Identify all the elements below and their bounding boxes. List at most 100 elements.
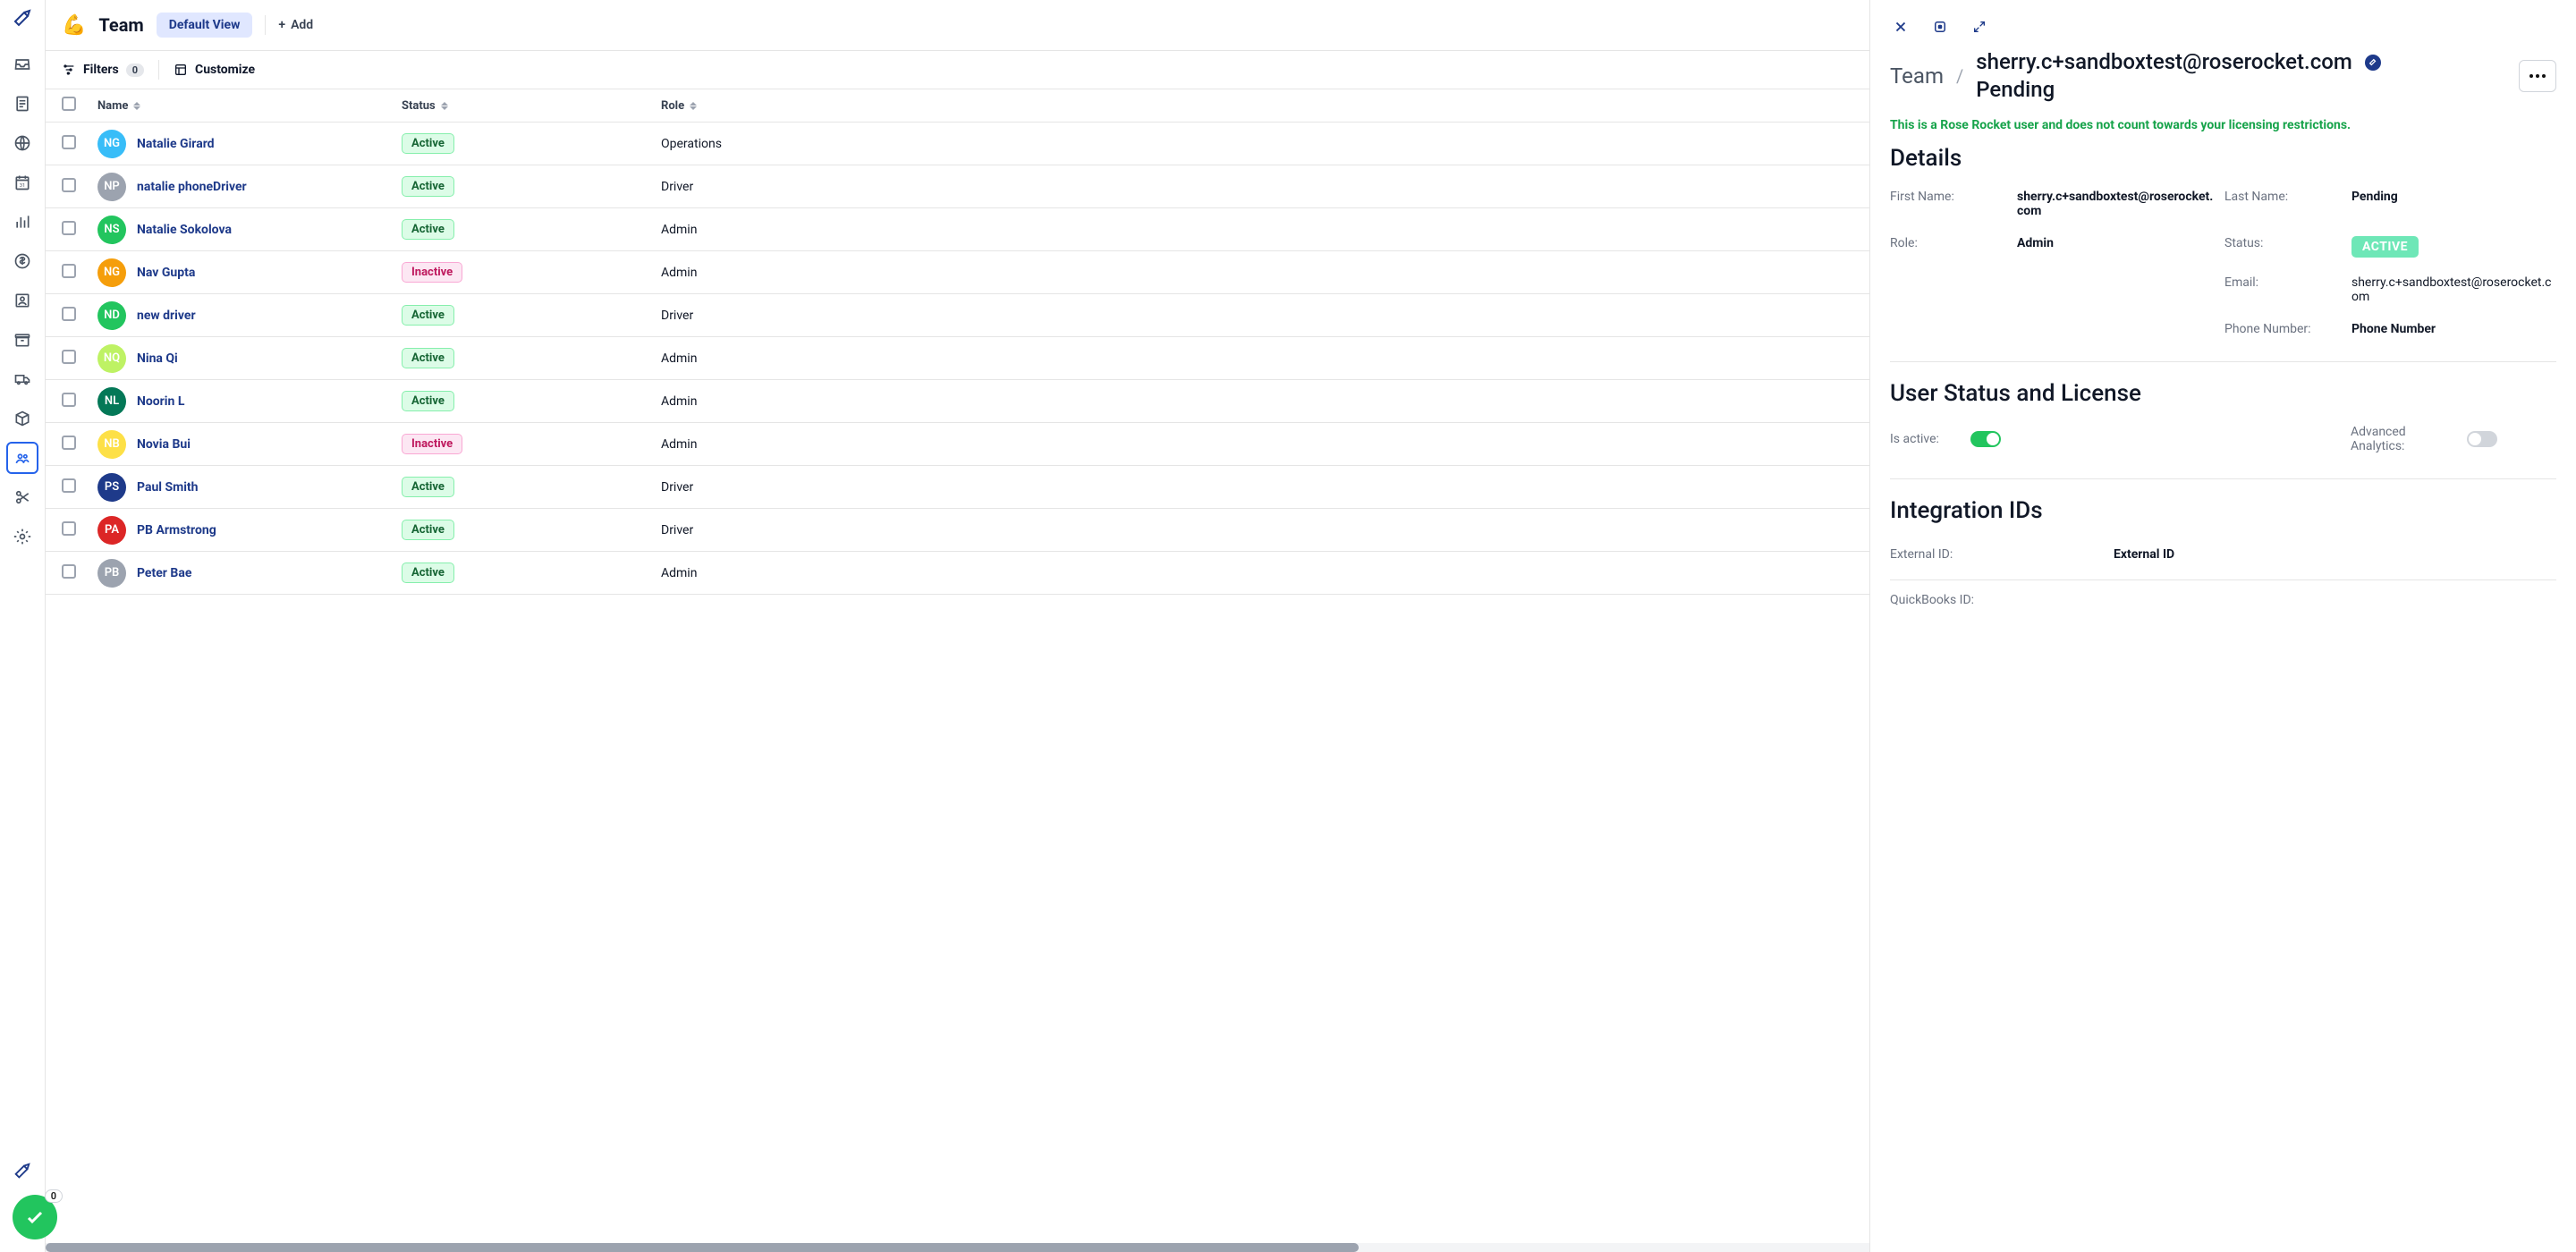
status-badge: Active xyxy=(402,305,454,326)
avatar: NS xyxy=(97,216,126,244)
table-row[interactable]: PA PB Armstrong Active Driver xyxy=(46,509,1869,552)
table-container[interactable]: Name Status Role NG Natalie Girard Activ… xyxy=(46,89,1869,1252)
view-selector[interactable]: Default View xyxy=(157,13,253,38)
row-checkbox[interactable] xyxy=(62,478,76,493)
user-name-link[interactable]: Novia Bui xyxy=(137,437,191,452)
calendar-icon[interactable]: 31 xyxy=(6,166,38,199)
team-table: Name Status Role NG Natalie Girard Activ… xyxy=(46,89,1869,595)
column-status[interactable]: Status xyxy=(391,89,650,123)
table-row[interactable]: NL Noorin L Active Admin xyxy=(46,380,1869,423)
table-row[interactable]: PS Paul Smith Active Driver xyxy=(46,466,1869,509)
user-name-link[interactable]: Natalie Girard xyxy=(137,137,215,151)
expand-icon[interactable] xyxy=(1969,16,1990,38)
chart-icon[interactable] xyxy=(6,206,38,238)
label-status: Status: xyxy=(2224,236,2341,250)
globe-icon[interactable] xyxy=(6,127,38,159)
role-cell: Operations xyxy=(650,123,1869,165)
user-name-link[interactable]: natalie phoneDriver xyxy=(137,180,247,194)
app-logo[interactable] xyxy=(12,9,33,30)
details-grid: First Name: sherry.c+sandboxtest@roseroc… xyxy=(1890,190,2556,336)
table-row[interactable]: NS Natalie Sokolova Active Admin xyxy=(46,208,1869,251)
customize-button[interactable]: Customize xyxy=(174,63,255,77)
row-checkbox[interactable] xyxy=(62,221,76,235)
role-cell: Admin xyxy=(650,552,1869,595)
row-checkbox[interactable] xyxy=(62,393,76,407)
user-name-link[interactable]: Noorin L xyxy=(137,394,184,409)
filters-button[interactable]: Filters 0 xyxy=(62,63,144,77)
avatar: PS xyxy=(97,473,126,502)
row-checkbox[interactable] xyxy=(62,135,76,149)
user-name-link[interactable]: Paul Smith xyxy=(137,480,199,495)
dollar-icon[interactable] xyxy=(6,245,38,277)
toggle-is-active[interactable] xyxy=(1970,431,2001,447)
row-checkbox[interactable] xyxy=(62,178,76,192)
user-name-link[interactable]: Nav Gupta xyxy=(137,266,195,280)
row-checkbox[interactable] xyxy=(62,521,76,536)
panel-title-line2: Pending xyxy=(1976,76,2380,104)
document-icon[interactable] xyxy=(6,88,38,120)
row-checkbox[interactable] xyxy=(62,564,76,579)
table-row[interactable]: ND new driver Active Driver xyxy=(46,294,1869,337)
avatar: PB xyxy=(97,559,126,588)
select-all-checkbox[interactable] xyxy=(62,97,76,111)
avatar: NL xyxy=(97,387,126,416)
status-badge: Active xyxy=(402,563,454,583)
contact-icon[interactable] xyxy=(6,284,38,317)
more-button[interactable] xyxy=(2519,60,2556,92)
status-fab[interactable]: 0 xyxy=(13,1195,57,1239)
rocket-icon[interactable] xyxy=(13,1163,32,1186)
value-first-name: sherry.c+sandboxtest@roserocket.com xyxy=(2017,190,2214,218)
label-quickbooks-id: QuickBooks ID: xyxy=(1890,593,2114,607)
inbox-icon[interactable] xyxy=(6,48,38,80)
user-name-link[interactable]: PB Armstrong xyxy=(137,523,216,537)
add-button[interactable]: + Add xyxy=(278,18,313,32)
minimize-icon[interactable] xyxy=(1929,16,1951,38)
gear-icon[interactable] xyxy=(6,520,38,553)
close-icon[interactable] xyxy=(1890,16,1911,38)
role-cell: Driver xyxy=(650,509,1869,552)
row-checkbox[interactable] xyxy=(62,350,76,364)
plus-icon: + xyxy=(278,18,285,32)
role-cell: Admin xyxy=(650,337,1869,380)
column-name[interactable]: Name xyxy=(87,89,391,123)
value-external-id: External ID xyxy=(2114,547,2556,562)
table-row[interactable]: NG Nav Gupta Inactive Admin xyxy=(46,251,1869,294)
row-checkbox[interactable] xyxy=(62,436,76,450)
column-role[interactable]: Role xyxy=(650,89,1869,123)
table-row[interactable]: NP natalie phoneDriver Active Driver xyxy=(46,165,1869,208)
table-row[interactable]: NB Novia Bui Inactive Admin xyxy=(46,423,1869,466)
user-name-link[interactable]: Natalie Sokolova xyxy=(137,223,232,237)
status-grid: Is active: Advanced Analytics: xyxy=(1890,425,2556,453)
table-row[interactable]: NQ Nina Qi Active Admin xyxy=(46,337,1869,380)
page-header: 💪 Team Default View + Add xyxy=(46,0,1869,51)
row-checkbox[interactable] xyxy=(62,264,76,278)
value-phone: Phone Number xyxy=(2351,322,2556,336)
table-row[interactable]: PB Peter Bae Active Admin xyxy=(46,552,1869,595)
horizontal-scrollbar[interactable] xyxy=(46,1243,1869,1252)
fab-badge: 0 xyxy=(45,1189,63,1203)
truck-icon[interactable] xyxy=(6,363,38,395)
archive-icon[interactable] xyxy=(6,324,38,356)
breadcrumb-root[interactable]: Team xyxy=(1890,63,1944,89)
table-row[interactable]: NG Natalie Girard Active Operations xyxy=(46,123,1869,165)
label-phone: Phone Number: xyxy=(2224,322,2341,336)
role-cell: Driver xyxy=(650,294,1869,337)
box-icon[interactable] xyxy=(6,402,38,435)
user-name-link[interactable]: new driver xyxy=(137,309,196,323)
panel-title-line1: sherry.c+sandboxtest@roserocket.com xyxy=(1976,48,2351,76)
row-checkbox[interactable] xyxy=(62,307,76,321)
toggle-advanced-analytics[interactable] xyxy=(2467,431,2497,447)
value-last-name: Pending xyxy=(2351,190,2556,204)
user-name-link[interactable]: Peter Bae xyxy=(137,566,191,580)
panel-header: Team / sherry.c+sandboxtest@roserocket.c… xyxy=(1870,45,2576,118)
value-role: Admin xyxy=(2017,236,2214,250)
team-icon[interactable] xyxy=(6,442,38,474)
user-name-link[interactable]: Nina Qi xyxy=(137,351,178,366)
add-label: Add xyxy=(291,18,313,32)
divider xyxy=(265,15,266,35)
scissors-icon[interactable] xyxy=(6,481,38,513)
detail-panel: Team / sherry.c+sandboxtest@roserocket.c… xyxy=(1869,0,2576,1252)
sort-icon xyxy=(441,102,448,110)
filters-label: Filters xyxy=(83,63,119,77)
team-emoji: 💪 xyxy=(62,14,86,37)
